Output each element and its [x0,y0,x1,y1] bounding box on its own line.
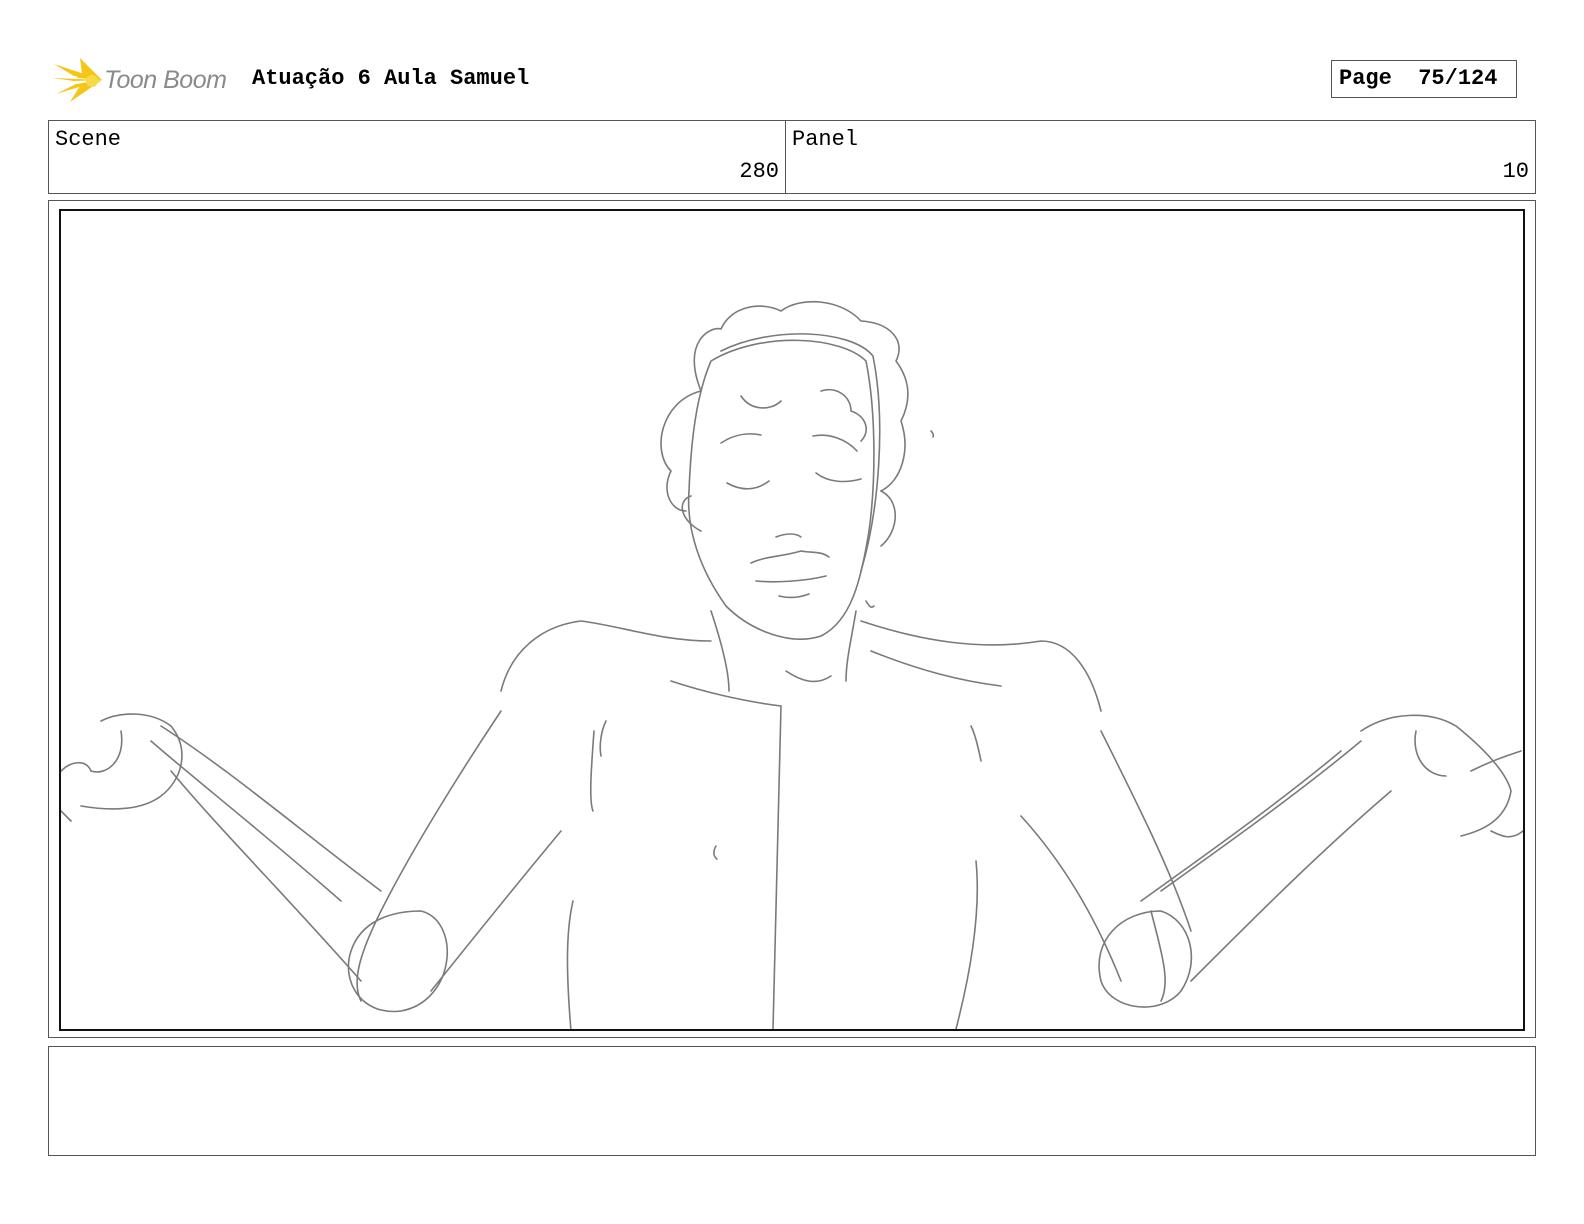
document-title: Atuação 6 Aula Samuel [252,66,530,91]
page-indicator: Page 75/124 [1331,60,1517,98]
page-number: 75/124 [1418,66,1498,91]
header: Toon Boom Atuação 6 Aula Samuel Page 75/… [52,54,1532,108]
scene-panel-row: Scene 280 Panel 10 [48,120,1536,194]
page-label: Page [1339,66,1392,91]
panel-cell: Panel 10 [786,121,1535,193]
scene-label: Scene [55,127,122,152]
scene-value: 280 [739,159,779,184]
panel-frame [48,200,1536,1038]
panel-drawing-area [59,209,1525,1031]
character-sketch [61,300,1523,1029]
scene-cell: Scene 280 [49,121,786,193]
logo-text: Toon Boom [104,66,227,94]
toon-boom-logo: Toon Boom [52,56,242,106]
panel-notes [48,1046,1536,1156]
panel-label: Panel [792,127,859,152]
starburst-icon [52,58,102,102]
panel-value: 10 [1502,159,1529,184]
